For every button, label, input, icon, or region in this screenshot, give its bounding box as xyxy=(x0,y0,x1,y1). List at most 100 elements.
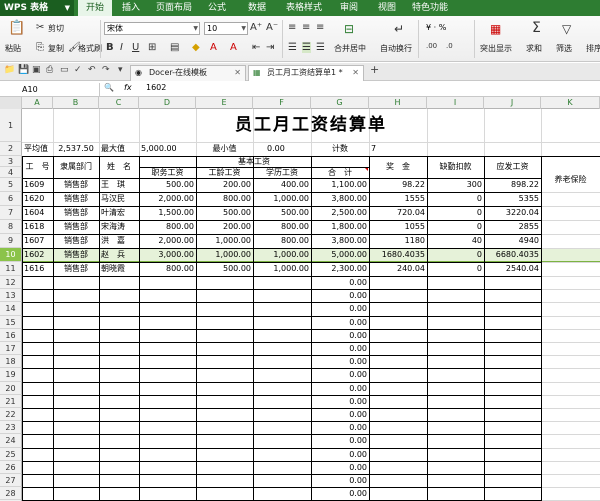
row-header[interactable]: 18 xyxy=(0,355,22,369)
cell-position-salary[interactable]: 3,000.00 xyxy=(139,248,196,262)
row-header[interactable]: 23 xyxy=(0,421,22,435)
cell-payable[interactable]: 2540.04 xyxy=(484,262,541,276)
cell-education-salary[interactable]: 1,000.00 xyxy=(253,192,311,206)
column-header[interactable]: B xyxy=(53,97,99,109)
font-grow-icon[interactable]: A⁺ xyxy=(250,22,262,33)
sum-icon[interactable]: Σ xyxy=(532,20,541,36)
formula-input[interactable]: 1602 xyxy=(146,83,166,92)
cell-name[interactable]: 马汉民 xyxy=(99,192,139,206)
header-payable[interactable]: 应发工资 xyxy=(484,156,541,178)
cell-name[interactable]: 朝晓霞 xyxy=(99,262,139,276)
count-label[interactable]: 计数 xyxy=(311,142,369,156)
print-preview-icon[interactable]: ▭ xyxy=(60,65,69,75)
cell-subtotal[interactable]: 3,800.00 xyxy=(311,234,369,248)
cell-education-salary[interactable]: 1,000.00 xyxy=(253,262,311,276)
new-tab-icon[interactable]: + xyxy=(370,63,379,76)
row-header[interactable]: 25 xyxy=(0,447,22,461)
bold-icon[interactable]: B xyxy=(106,42,114,53)
cell-bonus[interactable]: 1680.4035 xyxy=(369,248,427,262)
cell-subtotal[interactable]: 1,800.00 xyxy=(311,220,369,234)
cell-bonus[interactable]: 1055 xyxy=(369,220,427,234)
menu-page-layout[interactable]: 页面布局 xyxy=(152,0,196,16)
wrap-text-icon[interactable]: ↵ xyxy=(394,22,404,36)
cell-name[interactable]: 宋海涛 xyxy=(99,220,139,234)
cell-position-salary[interactable]: 500.00 xyxy=(139,178,196,192)
cell-subtotal[interactable]: 0.00 xyxy=(311,487,369,500)
column-header[interactable]: A xyxy=(22,97,53,109)
cell-subtotal[interactable]: 0.00 xyxy=(311,368,369,381)
cell-seniority-salary[interactable]: 800.00 xyxy=(196,192,253,206)
align-bottom-icon[interactable]: ≡ xyxy=(316,22,324,33)
menu-review[interactable]: 审阅 xyxy=(334,0,364,16)
redo-icon[interactable]: ↷ xyxy=(102,65,110,75)
italic-icon[interactable]: I xyxy=(120,42,123,53)
header-pension[interactable]: 养老保险 xyxy=(541,167,600,192)
fill-color-icon[interactable]: ◆ xyxy=(192,42,200,53)
cell-payable[interactable]: 5355 xyxy=(484,192,541,206)
min-label[interactable]: 最小值 xyxy=(196,142,253,156)
cell-deduction[interactable]: 0 xyxy=(427,206,484,220)
column-header[interactable]: G xyxy=(311,97,369,109)
header-subtotal[interactable]: 合 计 xyxy=(311,167,369,178)
copy-button[interactable]: 复制 xyxy=(48,43,64,54)
column-header[interactable]: I xyxy=(427,97,484,109)
sort-button[interactable]: 排序 xyxy=(586,43,600,54)
row-header[interactable]: 9 xyxy=(0,234,22,248)
header-dept[interactable]: 隶属部门 xyxy=(53,156,99,178)
cell-emp-no[interactable]: 1607 xyxy=(22,234,53,248)
cell-payable[interactable]: 4940 xyxy=(484,234,541,248)
row-header[interactable]: 20 xyxy=(0,381,22,395)
cell-emp-no[interactable]: 1616 xyxy=(22,262,53,276)
cell-subtotal[interactable]: 0.00 xyxy=(311,408,369,421)
cell-position-salary[interactable]: 1,500.00 xyxy=(139,206,196,220)
cell-subtotal[interactable]: 0.00 xyxy=(311,395,369,408)
cell-emp-no[interactable]: 1620 xyxy=(22,192,53,206)
cell-name[interactable]: 叶清宏 xyxy=(99,206,139,220)
row-header[interactable]: 3 xyxy=(0,156,22,167)
cell-subtotal[interactable]: 0.00 xyxy=(311,316,369,329)
header-name[interactable]: 姓 名 xyxy=(99,156,139,178)
cell-deduction[interactable]: 40 xyxy=(427,234,484,248)
row-header[interactable]: 28 xyxy=(0,487,22,501)
min-value[interactable]: 0.00 xyxy=(253,142,311,156)
cell-education-salary[interactable]: 1,000.00 xyxy=(253,248,311,262)
quick-access-menu-icon[interactable]: ▾ xyxy=(118,65,123,75)
merge-center-icon[interactable]: ⊟ xyxy=(344,22,354,36)
row-header[interactable]: 7 xyxy=(0,206,22,220)
cell-bonus[interactable]: 98.22 xyxy=(369,178,427,192)
cell-subtotal[interactable]: 0.00 xyxy=(311,434,369,447)
cell-dept[interactable]: 销售部 xyxy=(53,220,99,234)
cell-education-salary[interactable]: 400.00 xyxy=(253,178,311,192)
cut-button[interactable]: 剪切 xyxy=(48,23,64,34)
row-header[interactable]: 15 xyxy=(0,315,22,329)
menu-table-style[interactable]: 表格样式 xyxy=(282,0,326,16)
cell-payable[interactable]: 898.22 xyxy=(484,178,541,192)
spellcheck-icon[interactable]: ✓ xyxy=(74,65,82,75)
underline-icon[interactable]: U xyxy=(132,42,139,53)
cell-subtotal[interactable]: 2,500.00 xyxy=(311,206,369,220)
column-header[interactable]: E xyxy=(196,97,253,109)
merge-center-button[interactable]: 合并居中 xyxy=(334,43,366,54)
cell-subtotal[interactable]: 5,000.00 xyxy=(311,248,369,262)
highlight-button[interactable]: 突出显示 xyxy=(480,43,512,54)
cell-name[interactable]: 洪 嘉 xyxy=(99,234,139,248)
column-header[interactable]: D xyxy=(139,97,196,109)
print-icon[interactable]: ⎙ xyxy=(46,65,53,75)
row-header[interactable]: 8 xyxy=(0,220,22,234)
cell-education-salary[interactable]: 500.00 xyxy=(253,206,311,220)
copy-icon[interactable]: ⎘ xyxy=(36,42,44,53)
row-header[interactable]: 21 xyxy=(0,394,22,408)
align-top-icon[interactable]: ≡ xyxy=(288,22,296,33)
cell-bonus[interactable]: 240.04 xyxy=(369,262,427,276)
decrease-decimal-icon[interactable]: .0 xyxy=(446,42,453,50)
cell-seniority-salary[interactable]: 500.00 xyxy=(196,262,253,276)
cell-subtotal[interactable]: 0.00 xyxy=(311,382,369,395)
font-color-icon[interactable]: A xyxy=(210,42,217,53)
save-icon[interactable]: 💾 xyxy=(18,65,29,75)
header-emp-no[interactable]: 工 号 xyxy=(22,156,53,178)
row-header[interactable]: 12 xyxy=(0,276,22,290)
count-value[interactable]: 7 xyxy=(369,142,427,156)
indent-decrease-icon[interactable]: ⇤ xyxy=(252,42,260,53)
cell-dept[interactable]: 销售部 xyxy=(53,206,99,220)
column-header[interactable]: C xyxy=(99,97,139,109)
